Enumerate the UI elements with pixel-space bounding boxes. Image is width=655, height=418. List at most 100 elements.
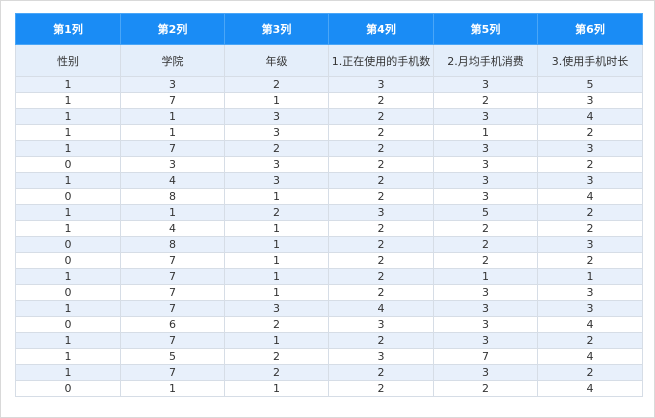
table-cell[interactable]: 2 [328,268,434,285]
table-cell[interactable]: 1 [120,108,225,125]
table-cell[interactable]: 0 [15,236,121,253]
table-cell[interactable]: 4 [537,348,643,365]
table-cell[interactable]: 3 [537,172,643,189]
table-cell[interactable]: 1 [15,108,121,125]
table-cell[interactable]: 7 [120,284,225,301]
column-header-2[interactable]: 第2列 [120,13,225,45]
table-cell[interactable]: 2 [328,236,434,253]
table-cell[interactable]: 3 [328,204,434,221]
table-cell[interactable]: 1 [433,268,538,285]
table-cell[interactable]: 1 [224,284,329,301]
subheader-cell-gender[interactable]: 性别 [15,44,121,77]
table-cell[interactable]: 1 [15,364,121,381]
table-cell[interactable]: 1 [15,172,121,189]
table-cell[interactable]: 2 [328,92,434,109]
table-cell[interactable]: 3 [537,236,643,253]
table-cell[interactable]: 7 [120,268,225,285]
table-cell[interactable]: 3 [224,172,329,189]
table-cell[interactable]: 2 [328,332,434,349]
table-cell[interactable]: 3 [433,316,538,333]
column-header-4[interactable]: 第4列 [328,13,434,45]
table-cell[interactable]: 3 [537,92,643,109]
table-cell[interactable]: 3 [537,284,643,301]
table-cell[interactable]: 1 [224,268,329,285]
table-cell[interactable]: 1 [15,332,121,349]
table-cell[interactable]: 7 [120,252,225,269]
table-cell[interactable]: 0 [15,156,121,173]
table-cell[interactable]: 7 [120,364,225,381]
table-cell[interactable]: 2 [328,220,434,237]
table-cell[interactable]: 0 [15,252,121,269]
table-cell[interactable]: 3 [433,172,538,189]
table-cell[interactable]: 7 [120,332,225,349]
table-cell[interactable]: 4 [537,316,643,333]
table-cell[interactable]: 3 [433,300,538,317]
table-cell[interactable]: 3 [120,76,225,93]
table-cell[interactable]: 2 [433,236,538,253]
table-cell[interactable]: 8 [120,188,225,205]
table-cell[interactable]: 4 [120,172,225,189]
table-cell[interactable]: 2 [328,284,434,301]
table-cell[interactable]: 2 [224,364,329,381]
table-cell[interactable]: 3 [224,124,329,141]
column-header-1[interactable]: 第1列 [15,13,121,45]
column-header-3[interactable]: 第3列 [224,13,329,45]
table-cell[interactable]: 3 [224,300,329,317]
table-cell[interactable]: 7 [120,300,225,317]
table-cell[interactable]: 2 [537,156,643,173]
table-cell[interactable]: 1 [433,124,538,141]
table-cell[interactable]: 2 [537,220,643,237]
table-cell[interactable]: 1 [15,140,121,157]
table-cell[interactable]: 2 [537,252,643,269]
table-cell[interactable]: 3 [537,140,643,157]
table-cell[interactable]: 3 [328,348,434,365]
table-cell[interactable]: 1 [15,92,121,109]
table-cell[interactable]: 1 [224,220,329,237]
subheader-cell-phones-in-use[interactable]: 1.正在使用的手机数 [328,44,434,77]
table-cell[interactable]: 2 [328,156,434,173]
table-cell[interactable]: 2 [537,332,643,349]
table-cell[interactable]: 1 [15,124,121,141]
subheader-cell-usage-duration[interactable]: 3.使用手机时长 [537,44,643,77]
table-cell[interactable]: 2 [328,252,434,269]
table-cell[interactable]: 1 [15,268,121,285]
table-cell[interactable]: 3 [433,140,538,157]
table-cell[interactable]: 3 [433,364,538,381]
table-cell[interactable]: 2 [328,364,434,381]
table-cell[interactable]: 2 [328,380,434,397]
table-cell[interactable]: 5 [433,204,538,221]
table-cell[interactable]: 1 [15,204,121,221]
table-cell[interactable]: 3 [224,156,329,173]
table-cell[interactable]: 7 [120,140,225,157]
table-cell[interactable]: 1 [120,204,225,221]
table-cell[interactable]: 0 [15,316,121,333]
table-cell[interactable]: 3 [433,156,538,173]
table-cell[interactable]: 3 [433,284,538,301]
table-cell[interactable]: 3 [433,332,538,349]
table-cell[interactable]: 1 [15,76,121,93]
table-cell[interactable]: 1 [224,380,329,397]
column-header-6[interactable]: 第6列 [537,13,643,45]
table-cell[interactable]: 3 [433,188,538,205]
table-cell[interactable]: 8 [120,236,225,253]
table-cell[interactable]: 1 [120,124,225,141]
table-cell[interactable]: 2 [224,316,329,333]
table-cell[interactable]: 5 [120,348,225,365]
table-cell[interactable]: 4 [328,300,434,317]
table-cell[interactable]: 4 [120,220,225,237]
table-cell[interactable]: 2 [433,380,538,397]
table-cell[interactable]: 1 [120,380,225,397]
table-cell[interactable]: 1 [15,348,121,365]
table-cell[interactable]: 0 [15,380,121,397]
table-cell[interactable]: 3 [224,108,329,125]
table-cell[interactable]: 2 [224,76,329,93]
table-cell[interactable]: 2 [537,204,643,221]
table-cell[interactable]: 0 [15,284,121,301]
table-cell[interactable]: 7 [120,92,225,109]
table-cell[interactable]: 2 [433,92,538,109]
column-header-5[interactable]: 第5列 [433,13,538,45]
table-cell[interactable]: 2 [433,252,538,269]
table-cell[interactable]: 2 [328,172,434,189]
table-cell[interactable]: 4 [537,108,643,125]
table-cell[interactable]: 3 [433,76,538,93]
